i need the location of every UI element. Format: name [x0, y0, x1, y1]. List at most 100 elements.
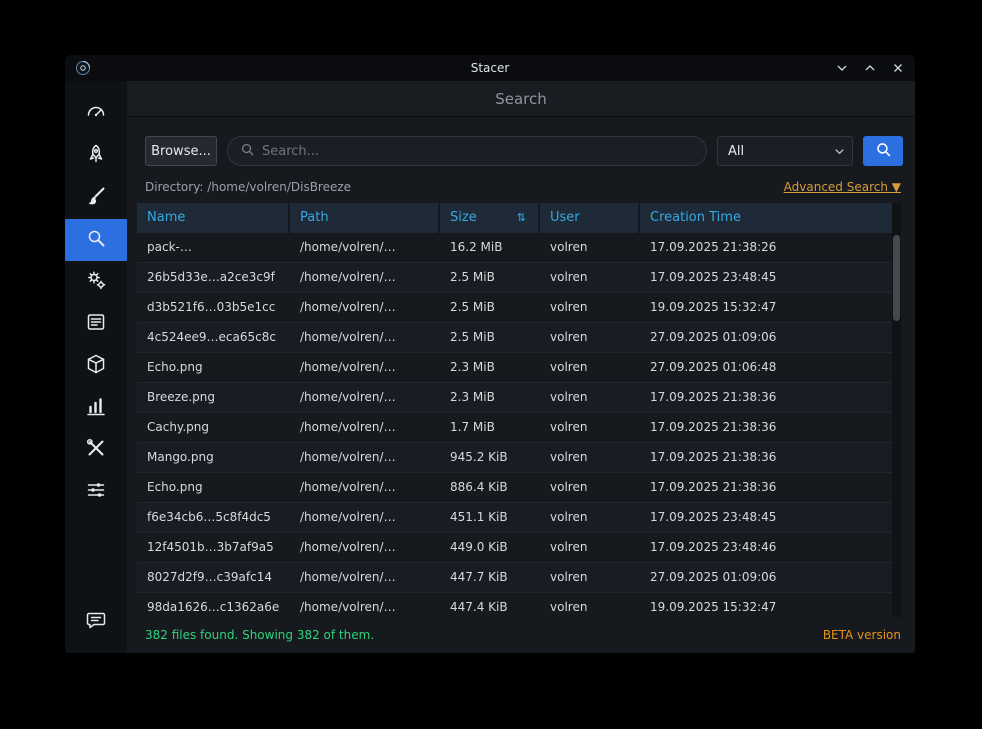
sidebar-item-services[interactable]	[65, 261, 127, 303]
search-box[interactable]	[227, 136, 707, 166]
table-row[interactable]: f6e34cb6…5c8f4dc5/home/volren/…451.1 KiB…	[137, 503, 901, 533]
sidebar-item-uninstaller[interactable]	[65, 345, 127, 387]
scrollbar-thumb[interactable]	[893, 235, 900, 321]
column-header-name[interactable]: Name	[137, 203, 290, 233]
table-cell: /home/volren/…	[290, 503, 440, 532]
table-cell: 17.09.2025 21:38:36	[640, 473, 901, 502]
vertical-scrollbar[interactable]	[892, 203, 901, 617]
column-header-creation-time[interactable]: Creation Time	[640, 203, 901, 233]
table-cell: volren	[540, 533, 640, 562]
table-cell: Mango.png	[137, 443, 290, 472]
table-cell: volren	[540, 503, 640, 532]
magnifier-icon	[84, 226, 108, 254]
sidebar-item-processes[interactable]	[65, 303, 127, 345]
column-header-user[interactable]: User	[540, 203, 640, 233]
table-row[interactable]: 12f4501b…3b7af9a5/home/volren/…449.0 KiB…	[137, 533, 901, 563]
table-cell: 447.4 KiB	[440, 593, 540, 617]
table-cell: volren	[540, 323, 640, 352]
sidebar-item-settings[interactable]	[65, 471, 127, 513]
table-cell: 17.09.2025 21:38:36	[640, 413, 901, 442]
search-submit-button[interactable]	[863, 136, 903, 166]
speech-bubble-icon	[84, 608, 108, 636]
table-cell: /home/volren/…	[290, 443, 440, 472]
advanced-search-link[interactable]: Advanced Search ▼	[784, 180, 901, 194]
table-row[interactable]: pack-…/home/volren/…16.2 MiBvolren17.09.…	[137, 233, 901, 263]
page-title: Search	[495, 90, 547, 108]
table-row[interactable]: Echo.png/home/volren/…2.3 MiBvolren27.09…	[137, 353, 901, 383]
sidebar	[65, 81, 127, 653]
table-cell: 27.09.2025 01:06:48	[640, 353, 901, 382]
table-cell: Echo.png	[137, 473, 290, 502]
table-cell: 8027d2f9…c39afc14	[137, 563, 290, 592]
table-row[interactable]: 26b5d33e…a2ce3c9f/home/volren/…2.5 MiBvo…	[137, 263, 901, 293]
gauge-icon	[84, 100, 108, 128]
table-cell: volren	[540, 473, 640, 502]
results-count-text: 382 files found. Showing 382 of them.	[145, 628, 374, 642]
table-cell: /home/volren/…	[290, 563, 440, 592]
sidebar-item-resources[interactable]	[65, 387, 127, 429]
directory-label: Directory: /home/volren/DisBreeze	[145, 180, 351, 194]
sort-indicator-icon[interactable]: ⇅	[517, 203, 538, 233]
table-cell: 12f4501b…3b7af9a5	[137, 533, 290, 562]
table-row[interactable]: d3b521f6…03b5e1cc/home/volren/…2.5 MiBvo…	[137, 293, 901, 323]
table-cell: 451.1 KiB	[440, 503, 540, 532]
table-cell: 449.0 KiB	[440, 533, 540, 562]
table-row[interactable]: Cachy.png/home/volren/…1.7 MiBvolren17.0…	[137, 413, 901, 443]
table-cell: volren	[540, 593, 640, 617]
search-input[interactable]	[262, 144, 694, 159]
table-cell: 17.09.2025 21:38:36	[640, 383, 901, 412]
sidebar-item-startup-apps[interactable]	[65, 135, 127, 177]
table-cell: 17.09.2025 23:48:46	[640, 533, 901, 562]
table-row[interactable]: 8027d2f9…c39afc14/home/volren/…447.7 KiB…	[137, 563, 901, 593]
search-icon	[875, 141, 892, 161]
sidebar-item-helpers[interactable]	[65, 429, 127, 471]
table-cell: volren	[540, 263, 640, 292]
app-window: Stacer	[65, 55, 915, 653]
sidebar-item-feedback[interactable]	[65, 601, 127, 643]
table-cell: 26b5d33e…a2ce3c9f	[137, 263, 290, 292]
column-header-size[interactable]: Size ⇅	[440, 203, 540, 233]
bar-chart-icon	[84, 394, 108, 422]
table-cell: Echo.png	[137, 353, 290, 382]
package-icon	[84, 352, 108, 380]
table-cell: volren	[540, 563, 640, 592]
minimize-button[interactable]	[835, 61, 849, 75]
close-button[interactable]	[891, 61, 905, 75]
table-cell: /home/volren/…	[290, 263, 440, 292]
window-title: Stacer	[65, 61, 915, 75]
filter-dropdown[interactable]: All	[717, 136, 853, 166]
sliders-icon	[84, 478, 108, 506]
table-cell: Cachy.png	[137, 413, 290, 442]
table-row[interactable]: Echo.png/home/volren/…886.4 KiBvolren17.…	[137, 473, 901, 503]
table-body: pack-…/home/volren/…16.2 MiBvolren17.09.…	[137, 233, 901, 617]
table-cell: d3b521f6…03b5e1cc	[137, 293, 290, 322]
table-row[interactable]: Breeze.png/home/volren/…2.3 MiBvolren17.…	[137, 383, 901, 413]
table-cell: pack-…	[137, 233, 290, 262]
table-cell: volren	[540, 383, 640, 412]
table-cell: 2.3 MiB	[440, 383, 540, 412]
maximize-button[interactable]	[863, 61, 877, 75]
status-bar: 382 files found. Showing 382 of them. BE…	[127, 617, 915, 653]
table-row[interactable]: Mango.png/home/volren/…945.2 KiBvolren17…	[137, 443, 901, 473]
sidebar-item-search[interactable]	[65, 219, 127, 261]
table-row[interactable]: 98da1626…c1362a6e/home/volren/…447.4 KiB…	[137, 593, 901, 617]
browse-button[interactable]: Browse...	[145, 136, 217, 166]
table-header-row: Name Path Size ⇅ User Creation Time	[137, 203, 901, 233]
table-cell: /home/volren/…	[290, 413, 440, 442]
stacer-logo-icon	[75, 60, 91, 76]
table-cell: 886.4 KiB	[440, 473, 540, 502]
beta-version-badge: BETA version	[823, 628, 901, 642]
table-row[interactable]: 4c524ee9…eca65c8c/home/volren/…2.5 MiBvo…	[137, 323, 901, 353]
table-cell: 4c524ee9…eca65c8c	[137, 323, 290, 352]
table-cell: 447.7 KiB	[440, 563, 540, 592]
table-cell: 945.2 KiB	[440, 443, 540, 472]
sidebar-item-system-cleaner[interactable]	[65, 177, 127, 219]
table-cell: /home/volren/…	[290, 293, 440, 322]
column-header-path[interactable]: Path	[290, 203, 440, 233]
table-cell: 1.7 MiB	[440, 413, 540, 442]
search-icon	[240, 142, 255, 161]
table-cell: 98da1626…c1362a6e	[137, 593, 290, 617]
sidebar-item-dashboard[interactable]	[65, 93, 127, 135]
page-header: Search	[127, 81, 915, 117]
table-cell: /home/volren/…	[290, 593, 440, 617]
